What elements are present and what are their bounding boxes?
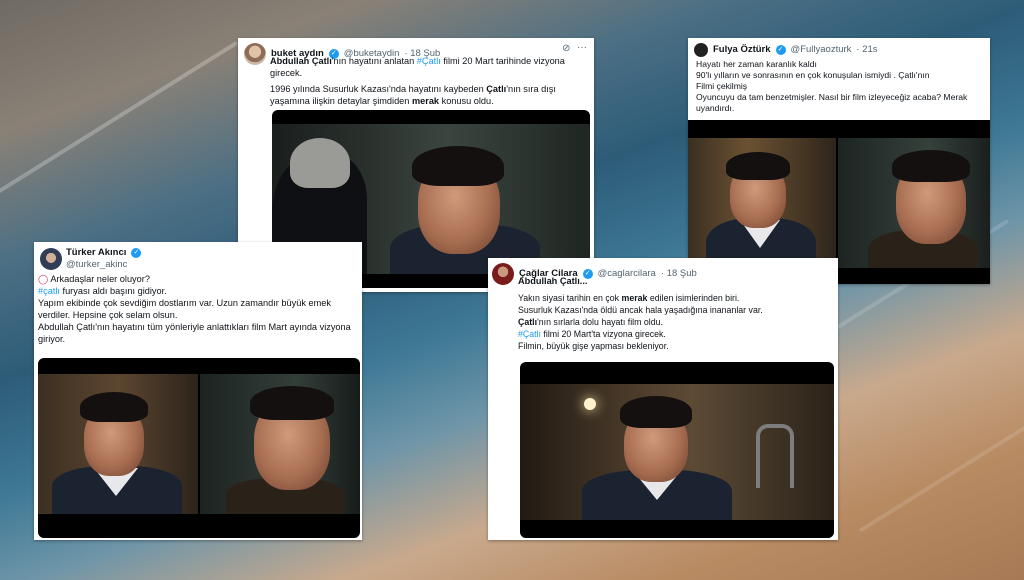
circle-emoji-icon: ◯ (38, 274, 49, 284)
text-span: 'nın sırlarla dolu hayatı film oldu. (537, 317, 663, 327)
tweet-card-turker[interactable]: Türker Akıncı ✓ @turker_akinc ◯ Arkadaşl… (34, 242, 362, 540)
grok-icon[interactable]: ⊘ (562, 43, 570, 54)
tweet-header: Fulya Öztürk ✓ @Fullyaozturk · 21s (694, 43, 984, 57)
avatar[interactable] (40, 248, 62, 270)
text-span: Yakın siyasi tarihin en çok (518, 293, 622, 303)
tweet-card-caglar[interactable]: Çağlar Cilara ✓ @caglarcilara · 18 Şub A… (488, 258, 838, 540)
text-line: Yapım ekibinde çok sevdiğim dostlarım va… (38, 298, 331, 320)
author-handle[interactable]: @Fullyaozturk (791, 44, 852, 56)
tweet-title: Abdullah Çatlı... (518, 275, 587, 287)
tweet-header (40, 248, 62, 270)
text-span: Arkadaşlar neler oluyor? (50, 274, 150, 284)
tweet-text: Hayatı her zaman karanlık kaldı 90'lı yı… (696, 59, 984, 114)
text-span: edilen isimlerinden biri. (647, 293, 740, 303)
text-span: Abdullah Çatlı... (518, 276, 588, 286)
film-still-image-right (200, 374, 360, 514)
hashtag-link[interactable]: #Çatlı (518, 329, 541, 339)
author-name[interactable]: Fulya Öztürk (713, 44, 771, 56)
verified-badge-icon: ✓ (131, 248, 142, 258)
avatar[interactable] (492, 263, 514, 285)
text-line: Hayatı her zaman karanlık kaldı (696, 59, 817, 69)
handle-line: @turker_akinc (66, 259, 127, 271)
text-span: furyası aldı başını gidiyor. (59, 286, 167, 296)
text-span: Çatlı (518, 317, 538, 327)
avatar[interactable] (694, 43, 708, 57)
film-still-image-left (688, 138, 836, 268)
text-span: merak (621, 293, 648, 303)
timestamp[interactable]: · 21s (856, 44, 877, 56)
text-line: Filmin, büyük gişe yapması bekleniyor. (518, 341, 669, 351)
author-line: Türker Akıncı ✓ (66, 247, 142, 259)
text-span: konusu oldu. (439, 96, 494, 106)
more-options-icon[interactable]: ··· (577, 42, 587, 53)
text-span: 1996 yılında Susurluk Kazası'nda hayatın… (270, 84, 487, 94)
tweet-media[interactable] (520, 362, 834, 538)
tweet-card-fulya[interactable]: Fulya Öztürk ✓ @Fullyaozturk · 21s Hayat… (688, 38, 990, 284)
text-line: Susurluk Kazası'nda öldü ancak hala yaşa… (518, 305, 763, 315)
background-streak (858, 391, 1024, 533)
film-still-image-left (38, 374, 198, 514)
text-span: merak (411, 96, 440, 106)
tweet-text: Yakın siyasi tarihin en çok merak edilen… (518, 292, 834, 352)
verified-badge-icon: ✓ (775, 45, 786, 55)
text-line: 90'lı yılların ve sonrasının en çok konu… (696, 70, 930, 80)
hashtag-link[interactable]: #çatlı (38, 286, 60, 296)
text-line: Oyuncuyu da tam benzetmişler. Nasıl bir … (696, 92, 968, 113)
avatar[interactable] (244, 43, 266, 65)
background-streak (0, 40, 239, 204)
text-span: Çatlı (486, 84, 507, 94)
author-name[interactable]: Türker Akıncı (66, 247, 126, 259)
text-line: Filmi çekilmiş (696, 81, 748, 91)
tweet-media[interactable] (38, 358, 360, 538)
film-still-image (520, 384, 834, 520)
text-line: Abdullah Çatlı'nın hayatını tüm yönleriy… (38, 322, 351, 344)
author-handle[interactable]: @turker_akinc (66, 259, 127, 271)
tweet-text: Abdullah Çatlı'nın hayatını anlatan #Çat… (270, 55, 590, 107)
mention-text: Abdullah Çatlı (270, 56, 332, 66)
hashtag-link[interactable]: #Çatlı (417, 56, 441, 66)
text-span: 'nın hayatını anlatan (331, 56, 417, 66)
tweet-text: ◯ Arkadaşlar neler oluyor? #çatlı furyas… (38, 273, 356, 345)
film-still-image-right (838, 138, 990, 268)
timestamp[interactable]: · 18 Şub (661, 268, 697, 280)
text-span: filmi 20 Mart'ta vizyona girecek. (540, 329, 666, 339)
author-handle[interactable]: @caglarcilara (598, 268, 656, 280)
